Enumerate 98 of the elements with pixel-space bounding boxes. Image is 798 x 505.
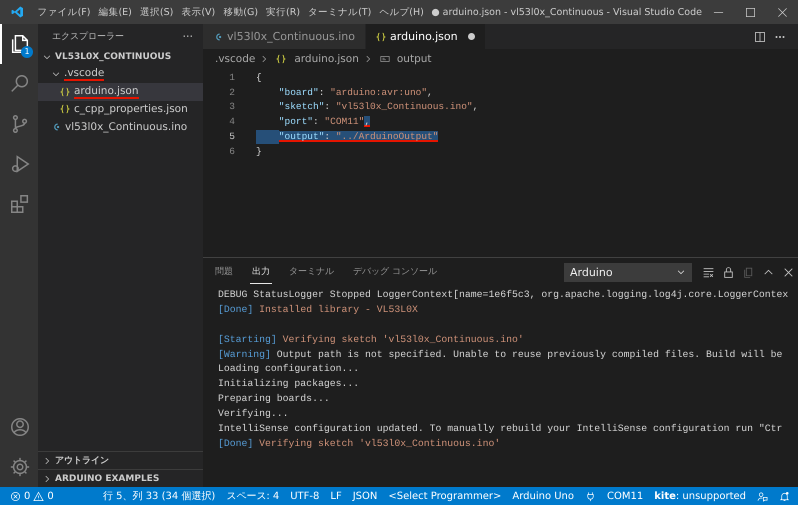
count-badge: 1 bbox=[21, 46, 33, 58]
status-item[interactable]: JSON bbox=[352, 490, 378, 502]
code-token: : bbox=[324, 131, 336, 142]
menu-item[interactable]: ファイル(F) bbox=[34, 4, 94, 20]
status-item[interactable]: Arduino Uno bbox=[512, 490, 574, 502]
modified-dot-icon bbox=[468, 33, 475, 40]
code-token: : bbox=[313, 116, 320, 128]
braces-icon bbox=[276, 54, 286, 64]
output-line: DEBUG StatusLogger Stopped LoggerContext[name=1e6f5c3, org.apache.logging.log4j.core.LoggerContex bbox=[218, 289, 788, 300]
output-line: [Done] Installed library - VL53L0X bbox=[218, 304, 418, 315]
code-token: "arduino:avr:uno" bbox=[330, 86, 428, 98]
tree-item[interactable]: arduino.json bbox=[38, 83, 203, 100]
editor-tab[interactable]: vl53l0x_Continuous.ino bbox=[203, 24, 366, 49]
panel-tab[interactable]: 出力 bbox=[250, 260, 272, 284]
line-number: 3 bbox=[228, 101, 236, 112]
code-token: "port" bbox=[278, 116, 314, 128]
warning-icon[interactable] bbox=[33, 490, 44, 502]
vscode-logo-icon bbox=[11, 4, 24, 20]
braces-icon bbox=[376, 32, 386, 42]
code-token: "sketch" bbox=[278, 101, 324, 112]
line-number: 2 bbox=[228, 86, 236, 98]
lock-icon[interactable] bbox=[722, 266, 734, 278]
output-line: Verifying... bbox=[218, 408, 289, 420]
breadcrumb-item[interactable]: arduino.json bbox=[294, 52, 359, 64]
collapsible-section[interactable]: アウトライン bbox=[38, 451, 203, 469]
code-token: "../ArduinoOutput" bbox=[336, 131, 438, 142]
braces-icon bbox=[60, 86, 70, 97]
panel-tab[interactable]: 問題 bbox=[213, 260, 235, 284]
breadcrumb-item[interactable]: .vscode bbox=[215, 52, 256, 64]
sidebar-title: エクスプローラー bbox=[52, 30, 124, 42]
tree-item[interactable]: .vscode bbox=[38, 66, 203, 83]
code-token: "COM11" bbox=[324, 116, 364, 128]
status-item[interactable]: UTF-8 bbox=[290, 490, 320, 502]
status-item[interactable]: 行 5、列 33 (34 個選択) bbox=[102, 489, 216, 503]
error-icon[interactable] bbox=[10, 490, 21, 502]
status-item[interactable]: スペース: 4 bbox=[226, 489, 280, 503]
clear-output-icon[interactable] bbox=[702, 266, 714, 278]
code-token: "output" bbox=[278, 131, 324, 142]
output-line: Loading configuration... bbox=[218, 363, 360, 374]
status-item[interactable]: LF bbox=[330, 490, 342, 502]
line-number: 6 bbox=[228, 146, 236, 157]
status-item[interactable]: <Select Programmer> bbox=[388, 490, 502, 502]
search-icon[interactable] bbox=[9, 73, 31, 95]
run-debug-icon[interactable] bbox=[9, 153, 31, 175]
menu-item[interactable]: 選択(S) bbox=[136, 4, 177, 20]
menu-item[interactable]: 実行(R) bbox=[262, 4, 304, 20]
panel-tab[interactable]: ターミナル bbox=[287, 260, 336, 284]
code-token: : bbox=[318, 86, 326, 98]
status-item[interactable]: COM11 bbox=[607, 490, 644, 502]
output-line: Preparing boards... bbox=[218, 393, 330, 404]
code-token: "vl53l0x_Continuous.ino" bbox=[336, 101, 473, 112]
feedback-icon[interactable] bbox=[757, 490, 768, 502]
status-item[interactable]: kite: unsupported bbox=[654, 490, 746, 502]
breadcrumb-item[interactable]: output bbox=[396, 52, 432, 64]
menu-item[interactable]: 移動(G) bbox=[220, 4, 262, 20]
menu-item[interactable]: 表示(V) bbox=[178, 4, 219, 20]
editor-tab[interactable]: arduino.json bbox=[366, 24, 486, 49]
code-token: , bbox=[472, 101, 478, 112]
close-icon[interactable] bbox=[776, 6, 788, 18]
braces-icon bbox=[60, 104, 70, 114]
bell-icon[interactable] bbox=[779, 490, 790, 502]
output-line: Initializing packages... bbox=[218, 378, 360, 390]
files-icon[interactable] bbox=[9, 33, 31, 55]
tree-item[interactable]: vl53l0x_Continuous.ino bbox=[38, 118, 203, 136]
maximize-icon[interactable] bbox=[744, 6, 756, 18]
close-icon[interactable] bbox=[782, 266, 794, 278]
output-line: IntelliSense configuration updated. To manually rebuild your IntelliSense configuration run "Ctr bbox=[218, 423, 782, 434]
account-icon[interactable] bbox=[9, 416, 31, 438]
more-actions-button[interactable]: ··· bbox=[182, 30, 193, 42]
line-number: 5 bbox=[228, 131, 236, 142]
split-editor-icon[interactable] bbox=[754, 30, 766, 42]
arduino-file-icon bbox=[51, 122, 61, 132]
menu-item[interactable]: ヘルプ(H) bbox=[376, 4, 428, 20]
property-icon bbox=[380, 54, 390, 64]
channel-dropdown[interactable]: Arduino bbox=[564, 262, 692, 282]
code-token: , bbox=[427, 86, 433, 98]
menu-item[interactable]: 編集(E) bbox=[94, 4, 136, 20]
tree-item[interactable]: c_cpp_properties.json bbox=[38, 100, 203, 118]
output-line: [Done] Verifying sketch 'vl53l0x_Continuous.ino' bbox=[218, 438, 500, 449]
output-line: [Starting] Verifying sketch 'vl53l0x_Continuous.ino' bbox=[218, 334, 524, 345]
warning-count[interactable]: 0 bbox=[47, 490, 54, 502]
window-title: ● arduino.json - vl53l0x_Continuous - Visual Studio Code bbox=[430, 6, 702, 18]
tree-item[interactable]: VL53L0X_CONTINUOUS bbox=[38, 48, 203, 66]
code-token: "board" bbox=[278, 86, 319, 98]
error-count[interactable]: 0 bbox=[24, 490, 30, 502]
line-number: 1 bbox=[228, 72, 236, 83]
arduino-file-icon bbox=[213, 32, 223, 42]
panel-tab[interactable]: デバッグ コンソール bbox=[351, 260, 439, 284]
code-token: { bbox=[256, 72, 262, 83]
extensions-icon[interactable] bbox=[9, 193, 31, 215]
output-line: [Warning] Output path is not specified. Unable to reuse previously compiled files. Build will be bbox=[218, 348, 782, 360]
code-token: } bbox=[256, 146, 262, 157]
settings-icon[interactable] bbox=[9, 456, 31, 478]
plug-icon[interactable] bbox=[585, 490, 596, 502]
code-token: , bbox=[364, 116, 370, 128]
code-token: : bbox=[324, 101, 332, 112]
line-number: 4 bbox=[228, 116, 236, 128]
menu-item[interactable]: ターミナル(T) bbox=[304, 4, 375, 20]
